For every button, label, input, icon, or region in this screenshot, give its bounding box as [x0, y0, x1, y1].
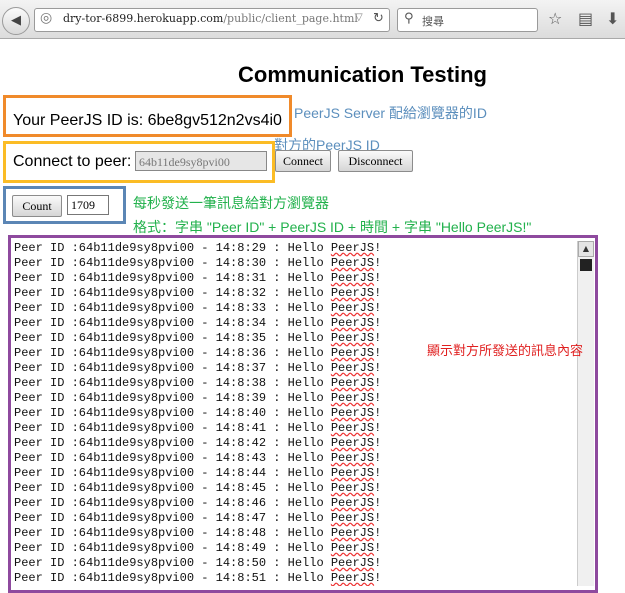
- peer-id-box: Your PeerJS ID is: 6be8gv512n2vs4i0: [3, 95, 292, 137]
- count-field[interactable]: 1709: [67, 195, 109, 215]
- download-icon[interactable]: ⬇: [606, 9, 619, 28]
- browser-toolbar: dry-tor-6899.herokuapp.com/public/client…: [0, 0, 625, 39]
- connect-box: Connect to peer: 64b11de9sy8pvi00: [3, 141, 275, 183]
- log-line: Peer ID :64b11de9sy8pvi00 - 14:8:47 : He…: [14, 511, 382, 525]
- peer-id-label: Your PeerJS ID is: 6be8gv512n2vs4i0: [13, 112, 282, 129]
- log-line: Peer ID :64b11de9sy8pvi00 - 14:8:49 : He…: [14, 541, 382, 555]
- url-text: dry-tor-6899.herokuapp.com/public/client…: [63, 12, 358, 25]
- reload-icon[interactable]: ↻: [373, 11, 384, 26]
- log-line: Peer ID :64b11de9sy8pvi00 - 14:8:45 : He…: [14, 481, 382, 495]
- search-placeholder: 搜尋: [422, 15, 444, 28]
- url-bar[interactable]: dry-tor-6899.herokuapp.com/public/client…: [34, 8, 390, 32]
- bookmark-star-icon[interactable]: ☆: [548, 9, 562, 28]
- log-line: Peer ID :64b11de9sy8pvi00 - 14:8:41 : He…: [14, 421, 382, 435]
- log-line: Peer ID :64b11de9sy8pvi00 - 14:8:30 : He…: [14, 256, 382, 270]
- send-note: 每秒發送一筆訊息給對方瀏覽器: [133, 195, 329, 211]
- globe-icon: ◎: [40, 10, 53, 26]
- count-button[interactable]: Count: [12, 195, 62, 217]
- count-box: Count 1709: [3, 186, 126, 224]
- message-log[interactable]: Peer ID :64b11de9sy8pvi00 - 14:8:29 : He…: [14, 241, 574, 586]
- log-line: Peer ID :64b11de9sy8pvi00 - 14:8:44 : He…: [14, 466, 382, 480]
- scrollbar[interactable]: ▲: [577, 241, 594, 586]
- log-line: Peer ID :64b11de9sy8pvi00 - 14:8:40 : He…: [14, 406, 382, 420]
- log-line: Peer ID :64b11de9sy8pvi00 - 14:8:38 : He…: [14, 376, 382, 390]
- log-line: Peer ID :64b11de9sy8pvi00 - 14:8:46 : He…: [14, 496, 382, 510]
- page-title: Communication Testing: [238, 62, 487, 87]
- log-line: Peer ID :64b11de9sy8pvi00 - 14:8:29 : He…: [14, 241, 382, 255]
- search-input[interactable]: ⚲ 搜尋: [397, 8, 538, 32]
- log-line: Peer ID :64b11de9sy8pvi00 - 14:8:51 : He…: [14, 571, 382, 585]
- dropdown-icon[interactable]: ▽: [355, 12, 363, 23]
- connect-button[interactable]: Connect: [275, 150, 331, 172]
- message-log-box: Peer ID :64b11de9sy8pvi00 - 14:8:29 : He…: [8, 235, 598, 593]
- log-line: Peer ID :64b11de9sy8pvi00 - 14:8:50 : He…: [14, 556, 382, 570]
- disconnect-button[interactable]: Disconnect: [338, 150, 413, 172]
- log-line: Peer ID :64b11de9sy8pvi00 - 14:8:39 : He…: [14, 391, 382, 405]
- back-arrow-icon[interactable]: ◀: [2, 7, 30, 35]
- log-line: Peer ID :64b11de9sy8pvi00 - 14:8:37 : He…: [14, 361, 382, 375]
- log-line: Peer ID :64b11de9sy8pvi00 - 14:8:31 : He…: [14, 271, 382, 285]
- search-icon: ⚲: [404, 11, 414, 26]
- connect-label: Connect to peer:: [13, 153, 132, 170]
- format-note: 格式：字串 "Peer ID" + PeerJS ID + 時間 + 字串 "H…: [133, 219, 532, 235]
- log-line: Peer ID :64b11de9sy8pvi00 - 14:8:42 : He…: [14, 436, 382, 450]
- log-line: Peer ID :64b11de9sy8pvi00 - 14:8:32 : He…: [14, 286, 382, 300]
- server-note: PeerJS Server 配給瀏覽器的ID: [294, 105, 487, 121]
- scroll-thumb[interactable]: [580, 259, 592, 271]
- reading-list-icon[interactable]: ▤: [578, 9, 593, 28]
- log-line: Peer ID :64b11de9sy8pvi00 - 14:8:33 : He…: [14, 301, 382, 315]
- log-line: Peer ID :64b11de9sy8pvi00 - 14:8:43 : He…: [14, 451, 382, 465]
- scroll-up-icon[interactable]: ▲: [578, 241, 594, 257]
- display-note: 顯示對方所發送的訊息內容: [427, 344, 584, 359]
- peer-id-input[interactable]: 64b11de9sy8pvi00: [135, 151, 267, 171]
- log-line: Peer ID :64b11de9sy8pvi00 - 14:8:34 : He…: [14, 316, 382, 330]
- log-line: Peer ID :64b11de9sy8pvi00 - 14:8:48 : He…: [14, 526, 382, 540]
